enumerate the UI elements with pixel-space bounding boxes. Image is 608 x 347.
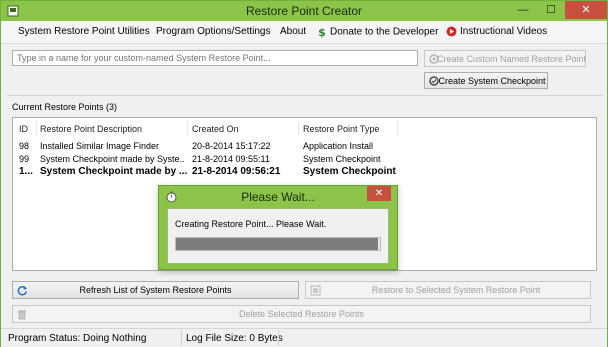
dialog-message: Creating Restore Point... Please Wait. — [175, 219, 327, 229]
create-custom-restore-point-button[interactable]: Create Custom Named Restore Point — [424, 50, 586, 67]
create-system-checkpoint-label: Create System Checkpoint — [438, 76, 546, 86]
row-created-on: 21-8-2014 09:55:11 — [192, 154, 270, 164]
create-system-checkpoint-button[interactable]: Create System Checkpoint — [424, 72, 548, 89]
row-id: 99 — [19, 154, 30, 164]
column-divider — [36, 121, 37, 135]
column-header-created-on[interactable]: Created On — [192, 124, 239, 134]
program-status: Program Status: Doing Nothing — [8, 333, 147, 344]
menu-videos-label: Instructional Videos — [460, 26, 548, 38]
svg-text:$: $ — [318, 26, 326, 38]
maximize-button[interactable]: ☐ — [537, 1, 565, 19]
menu-donate[interactable]: $ Donate to the Developer — [317, 26, 438, 38]
video-play-icon — [446, 26, 457, 37]
column-divider — [397, 121, 398, 135]
create-custom-restore-point-label: Create Custom Named Restore Point — [437, 54, 587, 64]
please-wait-dialog: Please Wait... ✕ Creating Restore Point.… — [158, 185, 398, 270]
dialog-body: Creating Restore Point... Please Wait. — [167, 208, 389, 264]
app-window: Restore Point Creator — ☐ ✕ System Resto… — [0, 0, 608, 347]
menu-bar: System Restore Point Utilities Program O… — [1, 21, 607, 44]
menu-restore-point-utilities[interactable]: System Restore Point Utilities — [18, 26, 150, 37]
column-header-description[interactable]: Restore Point Description — [40, 124, 142, 134]
dollar-icon: $ — [318, 26, 326, 38]
menu-program-options[interactable]: Program Options/Settings — [156, 26, 271, 37]
restore-point-name-input[interactable] — [12, 50, 418, 66]
row-description: System Checkpoint made by ... — [40, 166, 187, 177]
minimize-button[interactable]: — — [509, 1, 537, 19]
column-header-id[interactable]: ID — [19, 124, 28, 134]
delete-selected-button[interactable]: Delete Selected Restore Points — [12, 305, 591, 323]
row-type: System Checkpoint — [303, 154, 381, 164]
menu-instructional-videos[interactable]: Instructional Videos — [446, 26, 547, 37]
menu-donate-label: Donate to the Developer — [330, 26, 439, 38]
progress-bar-fill — [176, 238, 378, 250]
column-divider — [298, 121, 299, 135]
column-divider — [187, 121, 188, 135]
row-type: Application Install — [303, 141, 374, 151]
divider — [7, 95, 603, 96]
restore-selected-label: Restore to Selected System Restore Point — [371, 285, 541, 295]
row-id: 1... — [19, 166, 33, 177]
status-divider — [181, 330, 182, 345]
status-bar: Program Status: Doing Nothing Log File S… — [1, 328, 607, 347]
row-description: System Checkpoint made by Syste... — [40, 154, 185, 164]
refresh-restore-points-label: Refresh List of System Restore Points — [79, 285, 232, 295]
row-id: 98 — [19, 141, 30, 151]
row-description: Installed Similar Image Finder — [40, 141, 160, 151]
column-header-type[interactable]: Restore Point Type — [303, 124, 379, 134]
delete-selected-label: Delete Selected Restore Points — [238, 309, 365, 319]
restore-points-count-label: Current Restore Points (3) — [12, 102, 118, 112]
dialog-title: Please Wait... — [241, 190, 315, 204]
dialog-close-button[interactable]: ✕ — [367, 186, 391, 201]
row-type: System Checkpoint — [303, 166, 396, 177]
status-divider — [278, 330, 279, 345]
refresh-restore-points-button[interactable]: Refresh List of System Restore Points — [12, 281, 299, 299]
restore-selected-button[interactable]: Restore to Selected System Restore Point — [305, 281, 591, 299]
row-created-on: 21-8-2014 09:56:21 — [192, 166, 281, 177]
log-file-size: Log File Size: 0 Bytes — [186, 333, 283, 344]
close-button[interactable]: ✕ — [565, 1, 607, 19]
progress-bar — [175, 237, 381, 251]
row-created-on: 20-8-2014 15:17:22 — [192, 141, 271, 151]
menu-about[interactable]: About — [280, 26, 306, 37]
title-bar[interactable]: Restore Point Creator — ☐ ✕ — [1, 1, 607, 21]
